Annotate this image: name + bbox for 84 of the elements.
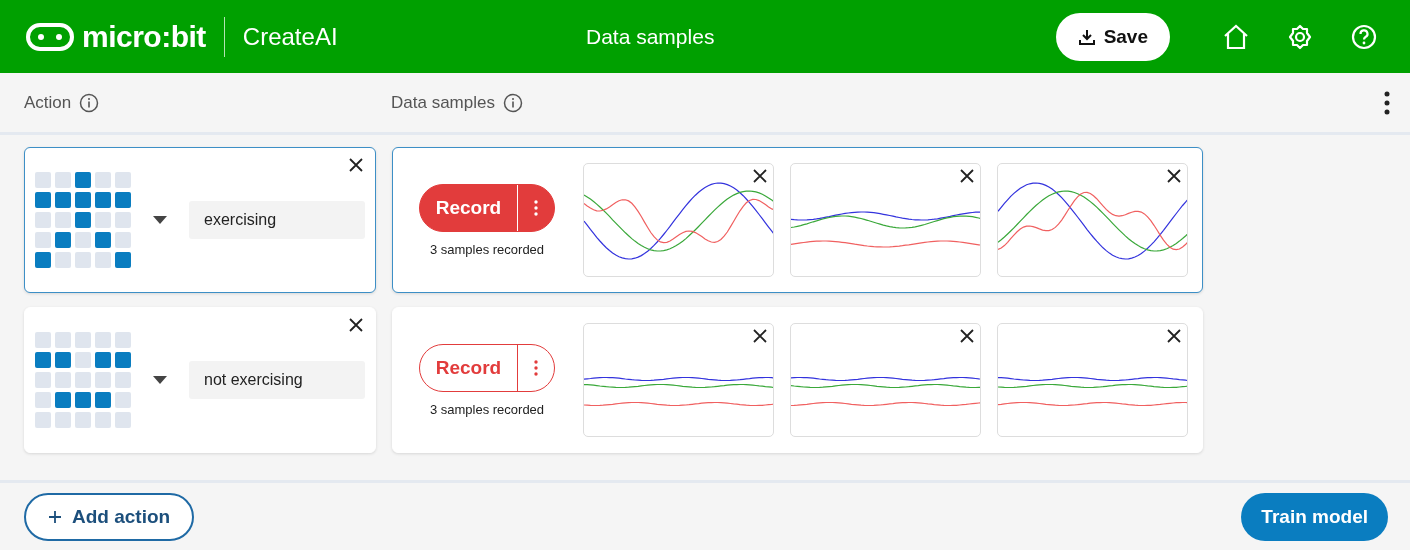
led[interactable] <box>55 212 71 228</box>
led[interactable] <box>75 352 91 368</box>
led[interactable] <box>75 232 91 248</box>
led[interactable] <box>35 232 51 248</box>
add-action-button[interactable]: Add action <box>24 492 195 541</box>
led[interactable] <box>55 352 71 368</box>
led[interactable] <box>55 252 71 268</box>
more-icon <box>534 199 538 216</box>
led[interactable] <box>35 252 51 268</box>
action-card[interactable]: not exercising <box>24 307 376 453</box>
dropdown-caret-icon[interactable] <box>153 216 167 224</box>
close-icon[interactable] <box>347 316 365 334</box>
led[interactable] <box>115 352 131 368</box>
led[interactable] <box>75 252 91 268</box>
led[interactable] <box>95 392 111 408</box>
led[interactable] <box>55 412 71 428</box>
led[interactable] <box>75 392 91 408</box>
column-heading: Action <box>24 92 72 113</box>
led[interactable] <box>75 332 91 348</box>
led[interactable] <box>115 372 131 388</box>
led[interactable] <box>95 332 111 348</box>
led[interactable] <box>95 192 111 208</box>
led[interactable] <box>115 332 131 348</box>
download-icon <box>1077 27 1096 46</box>
sample-count: 3 samples recorded <box>429 401 545 417</box>
led[interactable] <box>95 172 111 188</box>
led[interactable] <box>75 172 91 188</box>
dropdown-caret-icon[interactable] <box>153 376 167 384</box>
led[interactable] <box>115 212 131 228</box>
led[interactable] <box>95 412 111 428</box>
train-model-button[interactable]: Train model <box>1241 492 1388 541</box>
action-card[interactable]: exercising <box>24 147 376 293</box>
led[interactable] <box>115 252 131 268</box>
led[interactable] <box>35 172 51 188</box>
led[interactable] <box>95 352 111 368</box>
close-icon[interactable] <box>958 327 976 345</box>
led[interactable] <box>35 192 51 208</box>
led[interactable] <box>35 412 51 428</box>
led[interactable] <box>115 232 131 248</box>
led[interactable] <box>55 172 71 188</box>
led[interactable] <box>55 392 71 408</box>
action-name-field[interactable]: not exercising <box>189 361 365 399</box>
close-icon[interactable] <box>1165 327 1183 345</box>
led[interactable] <box>55 332 71 348</box>
led[interactable] <box>95 212 111 228</box>
led[interactable] <box>35 372 51 388</box>
led[interactable] <box>75 212 91 228</box>
led[interactable] <box>55 372 71 388</box>
led[interactable] <box>35 352 51 368</box>
record-button[interactable]: Record <box>419 343 555 392</box>
info-icon[interactable] <box>502 92 523 113</box>
close-icon[interactable] <box>1165 167 1183 185</box>
led[interactable] <box>55 192 71 208</box>
action-name-field[interactable]: exercising <box>189 201 365 239</box>
led[interactable] <box>75 192 91 208</box>
save-button[interactable]: Save <box>1055 12 1170 61</box>
led[interactable] <box>35 392 51 408</box>
led[interactable] <box>75 412 91 428</box>
led[interactable] <box>95 252 111 268</box>
info-icon[interactable] <box>79 92 100 113</box>
led[interactable] <box>115 412 131 428</box>
led[interactable] <box>115 172 131 188</box>
close-icon[interactable] <box>347 156 365 174</box>
led[interactable] <box>55 232 71 248</box>
close-icon[interactable] <box>751 167 769 185</box>
more-icon[interactable] <box>1384 90 1390 115</box>
led[interactable] <box>35 212 51 228</box>
led[interactable] <box>95 232 111 248</box>
column-heading: Data samples <box>391 92 495 113</box>
record-button[interactable]: Record <box>419 183 555 232</box>
led[interactable] <box>115 392 131 408</box>
brand-name: micro:bit <box>82 19 206 54</box>
logo-icon <box>26 22 74 51</box>
product-name: CreateAI <box>242 22 338 51</box>
more-icon <box>534 359 538 376</box>
led[interactable] <box>95 372 111 388</box>
sample-count: 3 samples recorded <box>429 241 545 257</box>
led[interactable] <box>115 192 131 208</box>
led[interactable] <box>35 332 51 348</box>
close-icon[interactable] <box>958 167 976 185</box>
page-title: Data samples <box>586 24 716 49</box>
close-icon[interactable] <box>751 327 769 345</box>
led[interactable] <box>75 372 91 388</box>
plus-icon <box>48 509 62 524</box>
